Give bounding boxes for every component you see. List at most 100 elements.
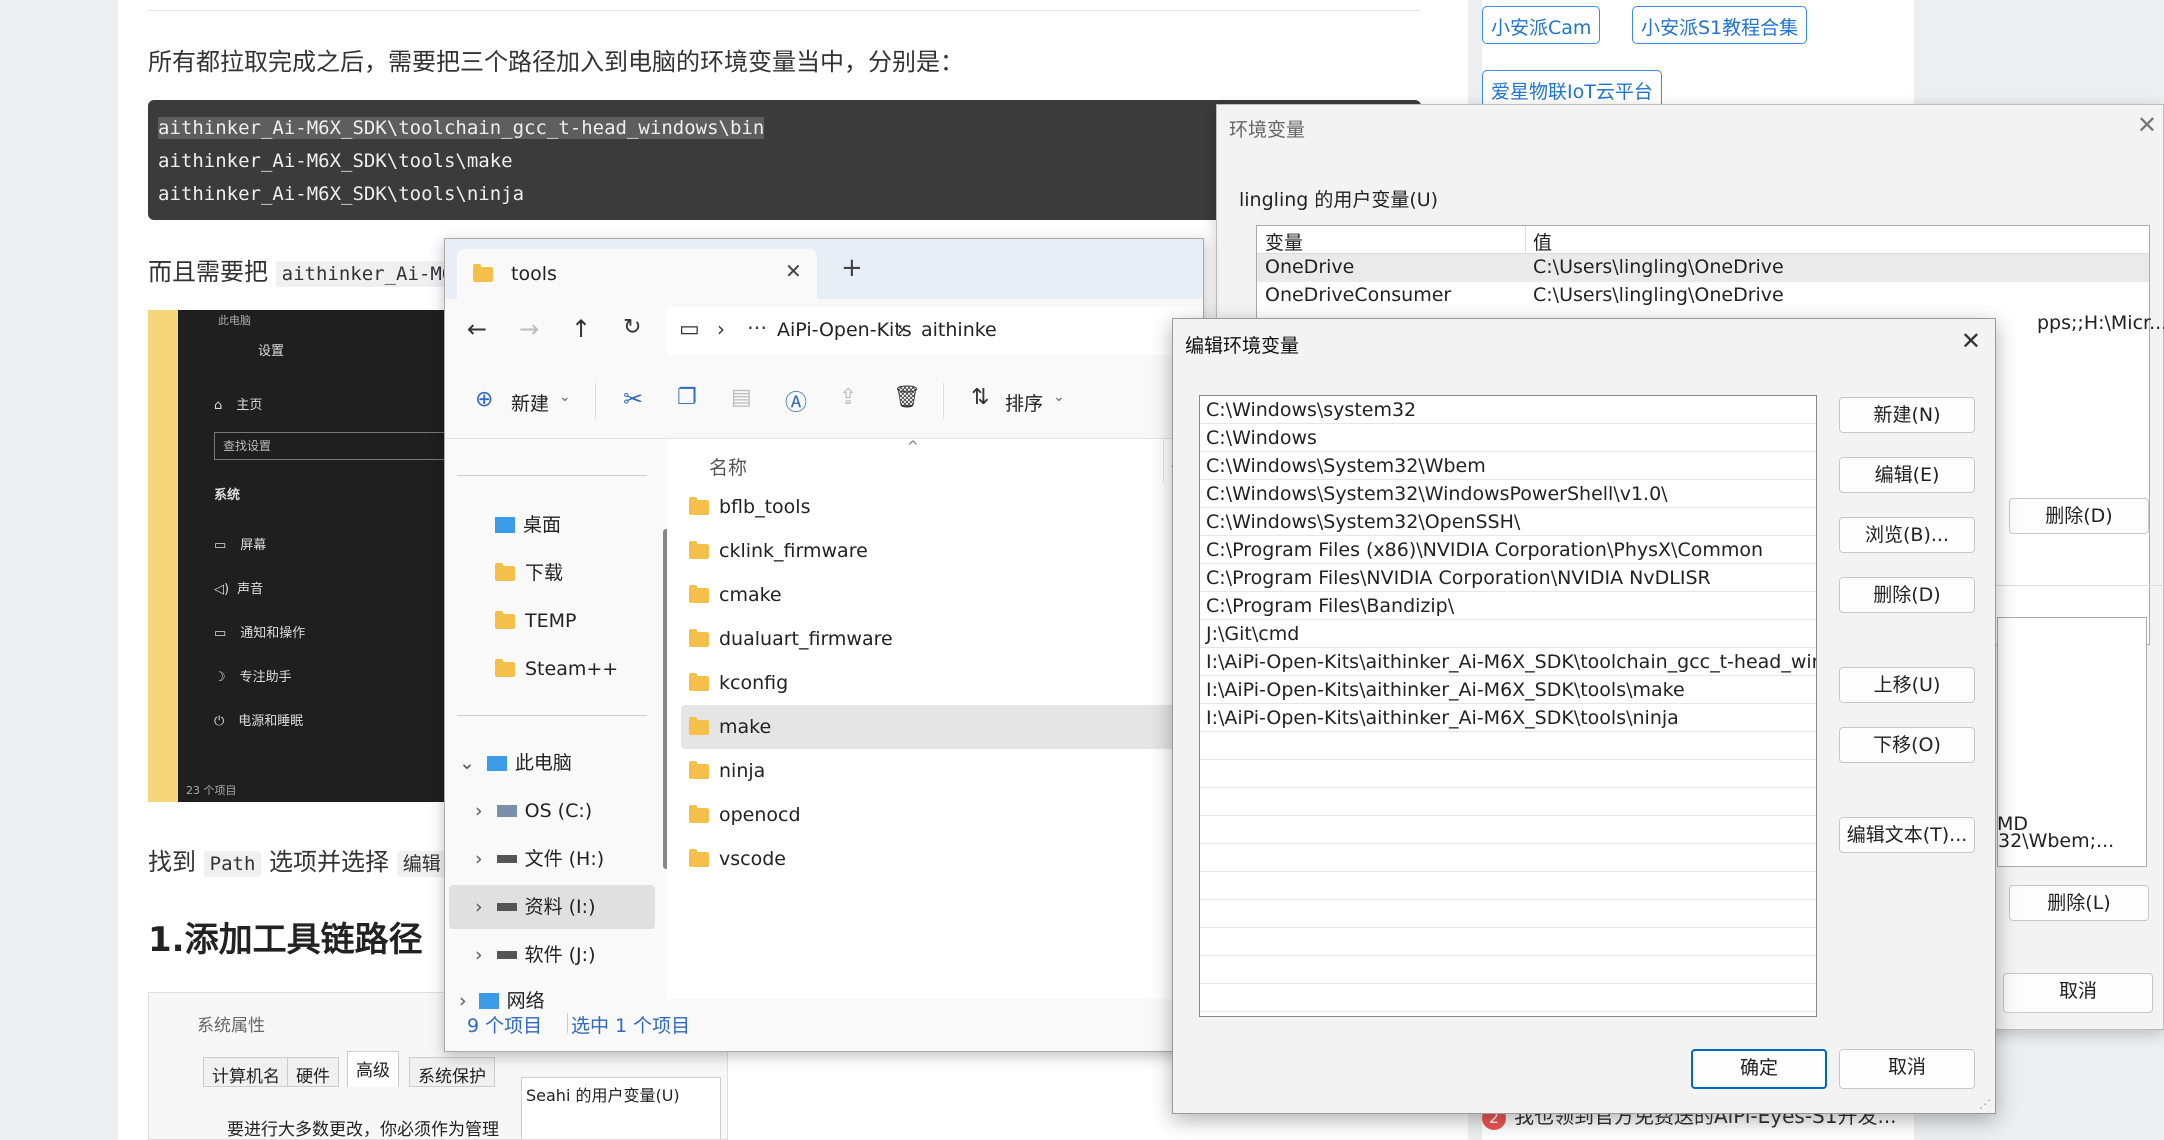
resize-grip-icon[interactable]: ⋰	[1979, 1097, 1991, 1111]
delete-button[interactable]: 删除(D)	[2009, 498, 2149, 534]
move-down-button[interactable]: 下移(O)	[1839, 727, 1975, 763]
nav-item-drive-i[interactable]: › 资料 (I:)	[449, 885, 655, 929]
chevron-right-icon[interactable]: ›	[475, 848, 483, 870]
up-icon[interactable]: ↑	[571, 315, 591, 343]
path-entry[interactable]: C:\Windows\System32\WindowsPowerShell\v1…	[1200, 480, 1816, 508]
path-entry[interactable]: I:\AiPi-Open-Kits\aithinker_Ai-M6X_SDK\t…	[1200, 704, 1816, 732]
back-icon[interactable]: ←	[467, 315, 487, 343]
chevron-right-icon[interactable]: ›	[717, 317, 725, 341]
file-row[interactable]: cklink_firmware20	[681, 529, 1203, 573]
delete-button[interactable]: 删除(D)	[1839, 577, 1975, 613]
close-icon[interactable]: ✕	[2137, 111, 2157, 139]
copy-icon[interactable]: ❐	[677, 385, 697, 410]
sort-button[interactable]: 排序	[1005, 389, 1043, 416]
breadcrumb[interactable]: ▭ › ⋯ AiPi-Open-Kits › aithinke	[665, 307, 1203, 355]
path-entry[interactable]: C:\Windows\System32\Wbem	[1200, 452, 1816, 480]
breadcrumb-item[interactable]: AiPi-Open-Kits	[777, 319, 912, 341]
code-line[interactable]: aithinker_Ai-M6X_SDK\toolchain_gcc_t-hea…	[158, 117, 765, 139]
chevron-right-icon[interactable]: ›	[897, 317, 905, 341]
empty-row[interactable]	[1200, 900, 1816, 928]
path-entry[interactable]: C:\Windows\System32\OpenSSH\	[1200, 508, 1816, 536]
path-entry[interactable]: I:\AiPi-Open-Kits\aithinker_Ai-M6X_SDK\t…	[1200, 676, 1816, 704]
breadcrumb-item[interactable]: aithinke	[921, 319, 997, 341]
path-entry[interactable]: C:\Program Files\NVIDIA Corporation\NVID…	[1200, 564, 1816, 592]
cut-icon[interactable]: ✂	[623, 385, 643, 413]
table-row[interactable]: OneDrive C:\Users\lingling\OneDrive	[1257, 254, 2149, 282]
column-variable[interactable]: 变量	[1265, 228, 1303, 255]
chevron-down-icon[interactable]: ⌄	[1053, 389, 1065, 405]
close-icon[interactable]: ✕	[785, 259, 802, 283]
new-button[interactable]: 新建(N)	[1839, 397, 1975, 433]
share-icon[interactable]: ⇪	[839, 385, 857, 410]
file-row[interactable]: cmake20	[681, 573, 1203, 617]
path-entry[interactable]: C:\Windows\system32	[1200, 396, 1816, 424]
empty-row[interactable]	[1200, 872, 1816, 900]
status-bar: 9 个项目 选中 1 个项目	[445, 1009, 1203, 1051]
path-entry[interactable]: J:\Git\cmd	[1200, 620, 1816, 648]
close-icon[interactable]: ✕	[1961, 327, 1981, 355]
tag-link[interactable]: 小安派S1教程合集	[1632, 6, 1808, 44]
new-tab-icon[interactable]: +	[841, 253, 863, 283]
chevron-right-icon[interactable]: ›	[475, 896, 483, 918]
empty-row[interactable]	[1200, 760, 1816, 788]
tag-link[interactable]: 爱星物联IoT云平台	[1482, 70, 1662, 108]
nav-item-downloads[interactable]: 下载	[495, 551, 563, 595]
empty-row[interactable]	[1200, 956, 1816, 984]
delete-icon[interactable]: 🗑	[893, 385, 921, 410]
empty-row[interactable]	[1200, 984, 1816, 1012]
empty-row[interactable]	[1200, 844, 1816, 872]
nav-label: TEMP	[525, 610, 577, 632]
nav-item-steam[interactable]: Steam++	[495, 647, 618, 691]
file-row-selected[interactable]: make20	[681, 705, 1203, 749]
path-list[interactable]: C:\Windows\system32 C:\Windows C:\Window…	[1199, 395, 1817, 1017]
file-row[interactable]: bflb_tools20	[681, 485, 1203, 529]
forward-icon[interactable]: →	[519, 315, 539, 343]
cancel-button[interactable]: 取消	[1839, 1049, 1975, 1089]
refresh-icon[interactable]: ↻	[623, 315, 641, 340]
file-row[interactable]: dualuart_firmware20	[681, 617, 1203, 661]
nav-item-this-pc[interactable]: ⌄ 此电脑	[459, 741, 572, 785]
empty-row[interactable]	[1200, 788, 1816, 816]
column-name[interactable]: 名称	[709, 453, 747, 480]
nav-item-drive-j[interactable]: › 软件 (J:)	[475, 933, 595, 977]
folder-icon	[689, 761, 709, 779]
move-up-button[interactable]: 上移(U)	[1839, 667, 1975, 703]
file-row[interactable]: openocd20	[681, 793, 1203, 837]
new-icon[interactable]: ⊕	[475, 387, 493, 412]
folder-icon	[473, 264, 503, 284]
nav-item-temp[interactable]: TEMP	[495, 599, 576, 643]
chevron-right-icon[interactable]: ›	[475, 800, 483, 822]
path-entry[interactable]: C:\Program Files (x86)\NVIDIA Corporatio…	[1200, 536, 1816, 564]
file-row[interactable]: vscode20	[681, 837, 1203, 881]
path-entry[interactable]: C:\Program Files\Bandizip\	[1200, 592, 1816, 620]
browse-button[interactable]: 浏览(B)...	[1839, 517, 1975, 553]
delete-system-var-button[interactable]: 删除(L)	[2009, 885, 2149, 921]
path-entry[interactable]: C:\Windows	[1200, 424, 1816, 452]
column-value[interactable]: 值	[1533, 228, 1552, 255]
new-button[interactable]: 新建	[511, 389, 549, 416]
more-icon[interactable]: ⋯	[747, 315, 767, 339]
edit-text-button[interactable]: 编辑文本(T)...	[1839, 817, 1975, 853]
chevron-down-icon[interactable]: ⌄	[459, 752, 475, 774]
dialog-title: 系统属性	[197, 1016, 265, 1036]
tag-link[interactable]: 小安派Cam	[1482, 6, 1601, 44]
nav-item-desktop[interactable]: 桌面	[495, 503, 561, 547]
empty-row[interactable]	[1200, 732, 1816, 760]
path-entry[interactable]: I:\AiPi-Open-Kits\aithinker_Ai-M6X_SDK\t…	[1200, 648, 1816, 676]
cancel-button[interactable]: 取消	[2003, 973, 2153, 1013]
paste-icon[interactable]: ▤	[731, 385, 752, 410]
chevron-right-icon[interactable]: ›	[475, 944, 483, 966]
nav-item-drive-h[interactable]: › 文件 (H:)	[475, 837, 604, 881]
chevron-down-icon[interactable]: ⌄	[559, 389, 571, 405]
tab-tools[interactable]: tools ✕	[457, 249, 817, 301]
table-row[interactable]: OneDriveConsumer C:\Users\lingling\OneDr…	[1257, 282, 2149, 310]
file-row[interactable]: kconfig20	[681, 661, 1203, 705]
empty-row[interactable]	[1200, 928, 1816, 956]
edit-button[interactable]: 编辑(E)	[1839, 457, 1975, 493]
ok-button[interactable]: 确定	[1691, 1049, 1827, 1089]
sort-icon[interactable]: ⇅	[971, 385, 989, 410]
empty-row[interactable]	[1200, 816, 1816, 844]
nav-item-drive-c[interactable]: › OS (C:)	[475, 789, 592, 833]
rename-icon[interactable]: Ⓐ	[785, 385, 807, 417]
file-row[interactable]: ninja20	[681, 749, 1203, 793]
